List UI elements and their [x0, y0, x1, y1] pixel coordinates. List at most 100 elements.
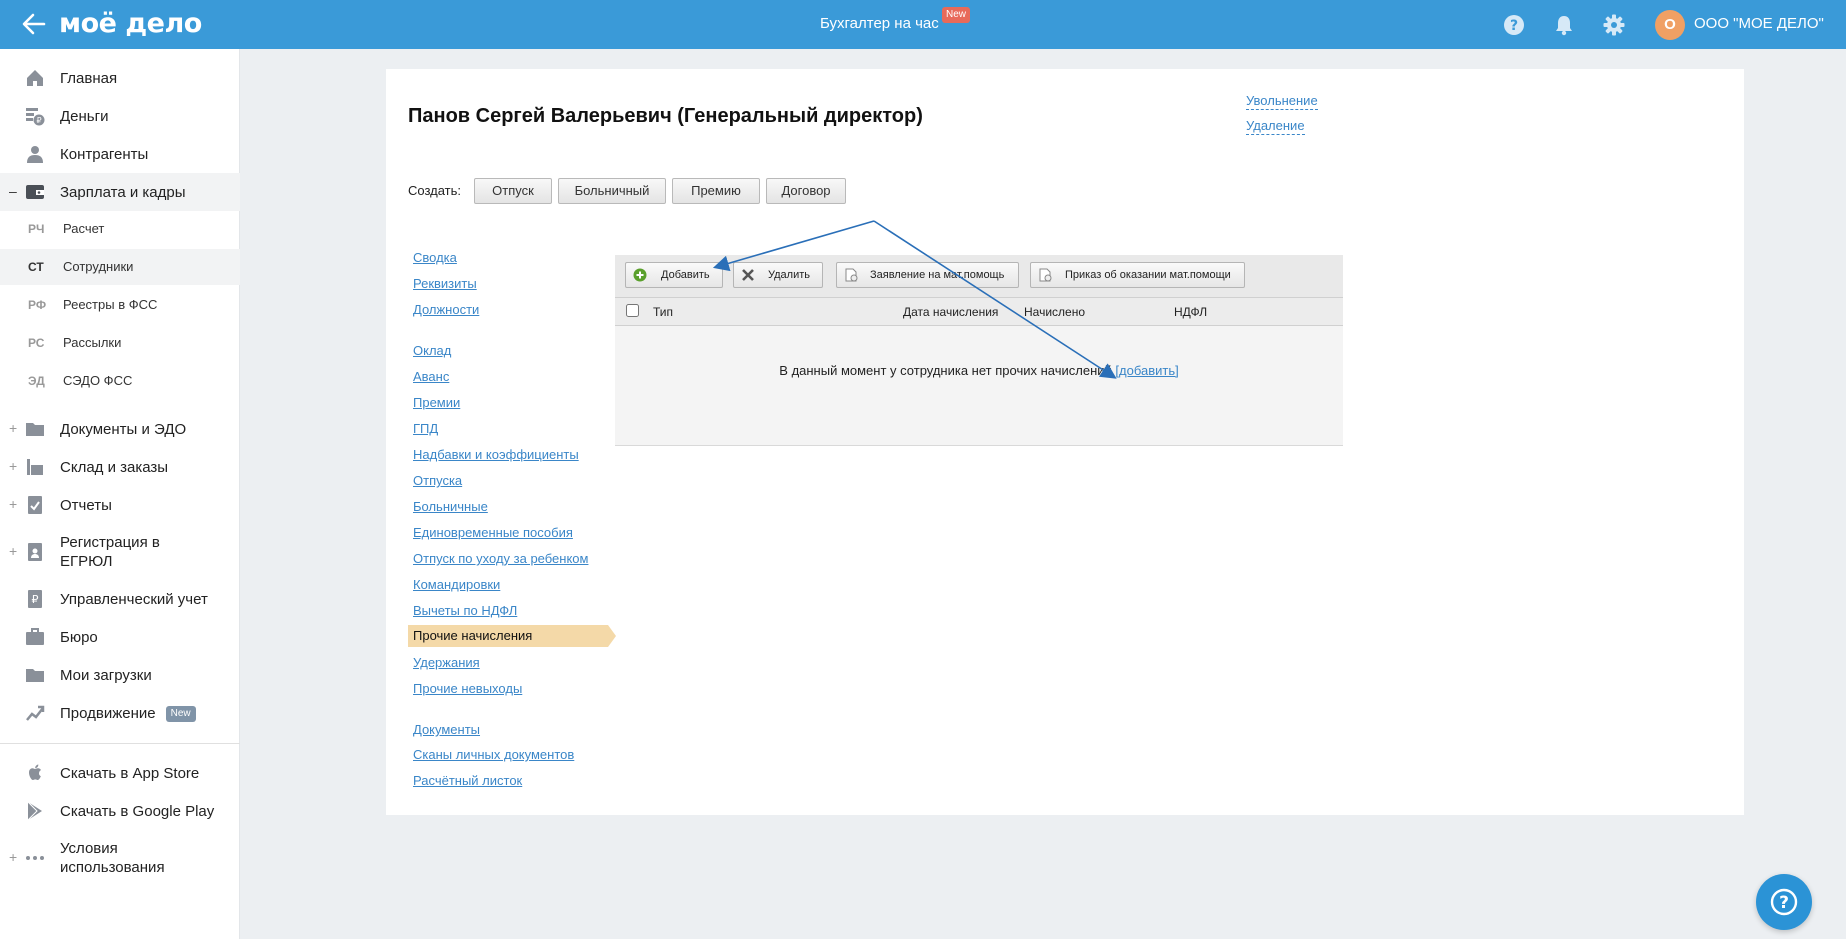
svg-text:₽: ₽: [36, 116, 41, 125]
add-button[interactable]: Добавить: [625, 262, 723, 288]
sidebar-item-app-store[interactable]: Скачать в App Store: [0, 754, 240, 792]
sidebar-subitem-sedo-fss[interactable]: ЭД СЭДО ФСС: [0, 363, 240, 399]
nav-ndfl-deductions[interactable]: Вычеты по НДФЛ: [413, 603, 517, 618]
sidebar-item-reports[interactable]: + Отчеты: [0, 486, 240, 524]
nav-requisites[interactable]: Реквизиты: [413, 276, 477, 291]
delete-button[interactable]: Удалить: [733, 262, 823, 288]
sidebar-item-label: Регистрация в: [60, 534, 160, 551]
expand-toggle[interactable]: +: [9, 458, 17, 474]
page-title: Панов Сергей Валерьевич (Генеральный дир…: [408, 105, 923, 127]
sidebar-item-management[interactable]: ₽ Управленческий учет: [0, 580, 240, 618]
expand-toggle[interactable]: +: [9, 496, 17, 512]
help-chat-button[interactable]: ?: [1756, 874, 1812, 930]
nav-salary[interactable]: Оклад: [413, 343, 451, 358]
empty-state-text: В данный момент у сотрудника нет прочих …: [779, 363, 1112, 378]
select-all-checkbox[interactable]: [626, 304, 639, 317]
sidebar-subitem-employees[interactable]: СТ Сотрудники: [0, 249, 240, 285]
delete-x-icon: [742, 269, 754, 281]
sidebar-item-bureau[interactable]: Бюро: [0, 618, 240, 656]
expand-toggle[interactable]: +: [9, 849, 17, 865]
wallet-icon: [26, 185, 44, 199]
sidebar-item-label: Зарплата и кадры: [60, 184, 186, 201]
column-accrual-date[interactable]: Дата начисления: [903, 305, 998, 319]
nav-personal-scans[interactable]: Сканы личных документов: [413, 747, 574, 762]
sidebar-item-documents[interactable]: + Документы и ЭДО: [0, 410, 240, 448]
create-contract-button[interactable]: Договор: [766, 178, 846, 204]
aid-application-button[interactable]: Заявление на мат.помощь: [836, 262, 1019, 288]
org-avatar[interactable]: О: [1655, 10, 1685, 40]
sidebar-item-terms[interactable]: + Условия использования: [0, 830, 240, 886]
nav-allowances[interactable]: Надбавки и коэффициенты: [413, 447, 579, 462]
sidebar-item-promotion[interactable]: Продвижение New: [0, 694, 240, 732]
help-icon[interactable]: ?: [1503, 14, 1525, 36]
sidebar-item-contractors[interactable]: Контрагенты: [0, 135, 240, 173]
nav-positions[interactable]: Должности: [413, 302, 479, 317]
nav-lump-sum-benefits[interactable]: Единовременные пособия: [413, 525, 573, 540]
management-icon: ₽: [28, 590, 42, 608]
sidebar-item-home[interactable]: Главная: [0, 59, 240, 97]
nav-sick-leaves[interactable]: Больничные: [413, 499, 488, 514]
create-vacation-button[interactable]: Отпуск: [474, 178, 552, 204]
add-circle-icon: [633, 268, 647, 282]
sidebar-item-downloads[interactable]: Мои загрузки: [0, 656, 240, 694]
warehouse-icon: [27, 459, 43, 475]
sidebar-item-money[interactable]: ₽ Деньги: [0, 97, 240, 135]
sidebar-item-label: использования: [60, 859, 165, 876]
reports-icon: [28, 496, 42, 514]
delete-link[interactable]: Удаление: [1246, 118, 1305, 135]
create-bonus-button[interactable]: Премию: [672, 178, 760, 204]
aid-application-label: Заявление на мат.помощь: [870, 269, 1005, 281]
nav-summary[interactable]: Сводка: [413, 250, 457, 265]
column-ndfl[interactable]: НДФЛ: [1174, 305, 1207, 319]
expand-toggle[interactable]: +: [9, 420, 17, 436]
sidebar-subitem-fss-registers[interactable]: РФ Реестры в ФСС: [0, 287, 240, 323]
top-bar: моё дело Бухгалтер на час New ? О ООО "М…: [0, 0, 1846, 49]
nav-parental-leave[interactable]: Отпуск по уходу за ребенком: [413, 551, 588, 566]
nav-payslip[interactable]: Расчётный листок: [413, 773, 522, 788]
nav-other-absences[interactable]: Прочие невыходы: [413, 681, 522, 696]
expand-toggle[interactable]: +: [9, 543, 17, 559]
apple-icon: [29, 764, 41, 780]
sidebar-item-label: Бюро: [60, 629, 98, 646]
sidebar-item-label: Продвижение: [60, 705, 156, 722]
grid-toolbar: Добавить Удалить Заявление на мат.помощь…: [615, 255, 1343, 297]
svg-text:₽: ₽: [32, 593, 39, 606]
sidebar-item-registration[interactable]: + Регистрация в ЕГРЮЛ: [0, 524, 240, 580]
column-accrued[interactable]: Начислено: [1024, 305, 1085, 319]
aid-order-button[interactable]: Приказ об оказании мат.помощи: [1030, 262, 1245, 288]
home-icon: [27, 70, 43, 86]
document-icon: [1039, 268, 1052, 282]
aid-order-label: Приказ об оказании мат.помощи: [1065, 269, 1231, 281]
back-arrow-icon[interactable]: [20, 11, 48, 37]
nav-bonuses[interactable]: Премии: [413, 395, 460, 410]
subitem-abbr: СТ: [28, 260, 44, 274]
sidebar-subitem-mailings[interactable]: РС Рассылки: [0, 325, 240, 361]
nav-business-trips[interactable]: Командировки: [413, 577, 500, 592]
subitem-abbr: ЭД: [28, 374, 45, 388]
nav-other-accruals-active[interactable]: Прочие начисления: [408, 625, 616, 647]
sidebar-item-salary[interactable]: – Зарплата и кадры: [0, 173, 240, 211]
collapse-toggle[interactable]: –: [9, 183, 17, 199]
sidebar-item-label: Документы и ЭДО: [60, 421, 187, 438]
nav-advance[interactable]: Аванс: [413, 369, 449, 384]
gear-icon[interactable]: [1603, 14, 1625, 36]
nav-withholdings[interactable]: Удержания: [413, 655, 480, 670]
new-badge: New: [165, 706, 196, 722]
nav-vacations[interactable]: Отпуска: [413, 473, 462, 488]
add-inline-link[interactable]: [добавить]: [1115, 363, 1178, 378]
dismiss-link[interactable]: Увольнение: [1246, 93, 1318, 110]
column-type[interactable]: Тип: [653, 305, 673, 319]
create-sick-leave-button[interactable]: Больничный: [558, 178, 666, 204]
sidebar-item-label: Мои загрузки: [60, 667, 152, 684]
subitem-label: Рассылки: [63, 335, 122, 350]
org-name[interactable]: ООО "МОЕ ДЕЛО": [1694, 15, 1824, 32]
nav-other-accruals-label: Прочие начисления: [413, 628, 533, 643]
nav-documents[interactable]: Документы: [413, 722, 480, 737]
sidebar-item-warehouse[interactable]: + Склад и заказы: [0, 448, 240, 486]
accountant-for-hour-link[interactable]: Бухгалтер на час: [820, 15, 939, 32]
nav-gpd[interactable]: ГПД: [413, 421, 438, 436]
sidebar-subitem-calculation[interactable]: РЧ Расчет: [0, 211, 240, 247]
logo[interactable]: моё дело: [59, 8, 202, 39]
sidebar-item-google-play[interactable]: Скачать в Google Play: [0, 792, 240, 830]
bell-icon[interactable]: [1553, 14, 1575, 36]
